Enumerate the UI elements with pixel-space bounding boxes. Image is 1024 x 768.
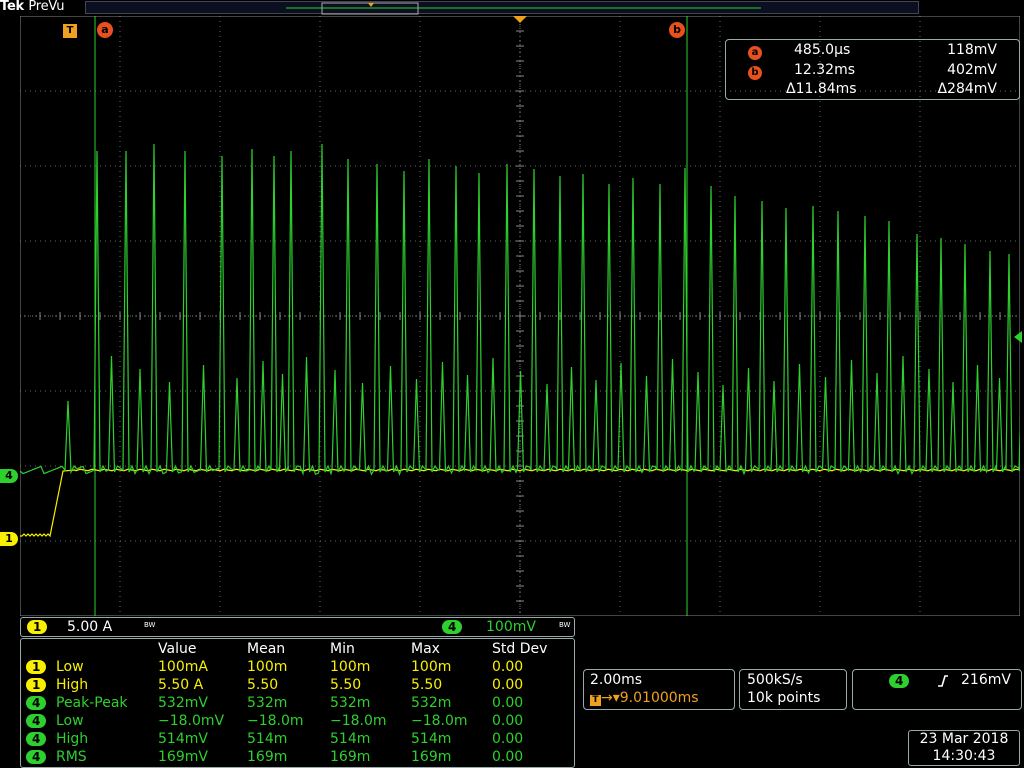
cursor-b-time: 12.32ms	[794, 62, 856, 78]
meas-row-channel-badge: 1	[26, 678, 47, 692]
cursor-delta-value: Δ284mV	[937, 81, 997, 97]
meas-cell-max: −18.0m	[411, 713, 468, 729]
meas-cell-std: 0.00	[492, 677, 524, 693]
meas-cell-value: −18.0mV	[158, 713, 225, 729]
header-value: Value	[158, 641, 197, 657]
ch1-scale[interactable]: 5.00 A	[67, 618, 112, 636]
meas-row-name[interactable]: Peak-Peak	[56, 694, 128, 712]
cursor-b-value: 402mV	[947, 62, 997, 78]
meas-cell-mean: 514m	[247, 731, 288, 747]
meas-cell-std: 0.00	[492, 659, 524, 675]
record-view-graphic	[286, 2, 761, 15]
trigger-settings[interactable]: 4 216mV	[852, 669, 1022, 710]
trigger-source-badge[interactable]: 4	[889, 674, 910, 688]
horizontal-position-icon[interactable]	[513, 16, 527, 24]
meas-cell-min: 532m	[330, 695, 371, 711]
meas-cell-std: 0.00	[492, 713, 524, 729]
meas-cell-max: 5.50	[411, 677, 443, 693]
arrow-right-icon: →▾	[601, 690, 620, 706]
meas-row-name[interactable]: High	[56, 676, 88, 694]
meas-cell-value: 532mV	[158, 695, 208, 711]
meas-cell-min: 100m	[330, 659, 371, 675]
cursor-a-time: 485.0µs	[794, 42, 851, 58]
ch4-scale[interactable]: 100mV	[486, 618, 536, 636]
acquisition-settings[interactable]: 500kS/s 10k points	[739, 669, 847, 710]
meas-row-name[interactable]: RMS	[56, 748, 87, 766]
meas-cell-std: 0.00	[492, 749, 524, 765]
meas-row-channel-badge: 4	[26, 732, 47, 746]
cursor-delta-time: Δ11.84ms	[786, 81, 857, 97]
rising-edge-icon	[938, 675, 948, 687]
meas-cell-mean: 169m	[247, 749, 288, 765]
meas-row-channel-badge: 4	[26, 714, 47, 728]
trigger-level-icon[interactable]	[1010, 331, 1022, 343]
ch1-ground-marker[interactable]: 1	[0, 532, 18, 546]
trigger-position-marker[interactable]: T	[63, 24, 77, 38]
cursor-a-handle[interactable]: a	[97, 22, 113, 38]
meas-cell-mean: −18.0m	[247, 713, 304, 729]
horizontal-settings[interactable]: 2.00ms T →▾9.01000ms	[583, 669, 735, 710]
meas-cell-value: 5.50 A	[158, 677, 204, 693]
cursor-readout-panel: a 485.0µs 118mV b 12.32ms 402mV Δ11.84ms…	[725, 39, 1020, 100]
meas-row-name[interactable]: Low	[56, 658, 84, 676]
waveform-display[interactable]	[20, 16, 1020, 616]
trigger-t-icon: T	[590, 695, 601, 706]
meas-row-channel-badge: 4	[26, 696, 47, 710]
header-min: Min	[330, 641, 355, 657]
trigger-position: 9.01000ms	[619, 690, 699, 706]
meas-cell-mean: 100m	[247, 659, 288, 675]
timebase[interactable]: 2.00ms	[590, 672, 642, 688]
cursor-b-handle[interactable]: b	[669, 22, 685, 38]
acquisition-mode: PreVu	[28, 0, 65, 14]
cursor-a-value: 118mV	[947, 42, 997, 58]
meas-cell-min: −18.0m	[330, 713, 387, 729]
record-view-bar[interactable]	[85, 1, 919, 15]
meas-row-name[interactable]: Low	[56, 712, 84, 730]
ch1-badge[interactable]: 1	[27, 620, 48, 634]
meas-row-channel-badge: 4	[26, 750, 47, 764]
meas-cell-min: 169m	[330, 749, 371, 765]
ch4-badge[interactable]: 4	[442, 620, 463, 634]
meas-cell-min: 5.50	[330, 677, 362, 693]
cursor-a-badge: a	[748, 42, 762, 61]
meas-cell-std: 0.00	[492, 731, 524, 747]
header-mean: Mean	[247, 641, 286, 657]
meas-cell-mean: 532m	[247, 695, 288, 711]
trigger-level[interactable]: 216mV	[961, 672, 1011, 688]
ch4-bw-limit: BW	[559, 621, 571, 629]
meas-cell-value: 169mV	[158, 749, 208, 765]
cursor-b-badge: b	[748, 62, 762, 81]
meas-cell-max: 514m	[411, 731, 452, 747]
sample-rate: 500kS/s	[747, 672, 803, 688]
measurement-table[interactable]: Value Mean Min Max Std Dev 1 Low 100mA 100m…	[20, 638, 575, 768]
meas-row-channel-badge: 1	[26, 660, 47, 674]
header-max: Max	[411, 641, 440, 657]
meas-cell-max: 100m	[411, 659, 452, 675]
meas-cell-value: 514mV	[158, 731, 208, 747]
meas-cell-max: 532m	[411, 695, 452, 711]
ch1-bw-limit: BW	[144, 621, 156, 629]
ch4-ground-marker[interactable]: 4	[0, 469, 18, 483]
channel-scale-bar[interactable]: 1 5.00 A BW 4 100mV BW	[20, 617, 575, 637]
meas-row-name[interactable]: High	[56, 730, 88, 748]
meas-cell-mean: 5.50	[247, 677, 279, 693]
meas-cell-max: 169m	[411, 749, 452, 765]
header-std-dev: Std Dev	[492, 641, 548, 657]
meas-cell-std: 0.00	[492, 695, 524, 711]
trigger-position-row[interactable]: T →▾9.01000ms	[590, 690, 699, 706]
time: 14:30:43	[932, 748, 996, 764]
brand-label: Tek PreVu	[0, 0, 64, 14]
brand-name: Tek	[0, 0, 25, 14]
meas-cell-min: 514m	[330, 731, 371, 747]
record-length: 10k points	[747, 690, 821, 706]
date: 23 Mar 2018	[919, 731, 1009, 747]
top-status-bar: Tek PreVu	[0, 0, 1024, 16]
meas-cell-value: 100mA	[158, 659, 208, 675]
date-time-display: 23 Mar 2018 14:30:43	[908, 730, 1020, 766]
